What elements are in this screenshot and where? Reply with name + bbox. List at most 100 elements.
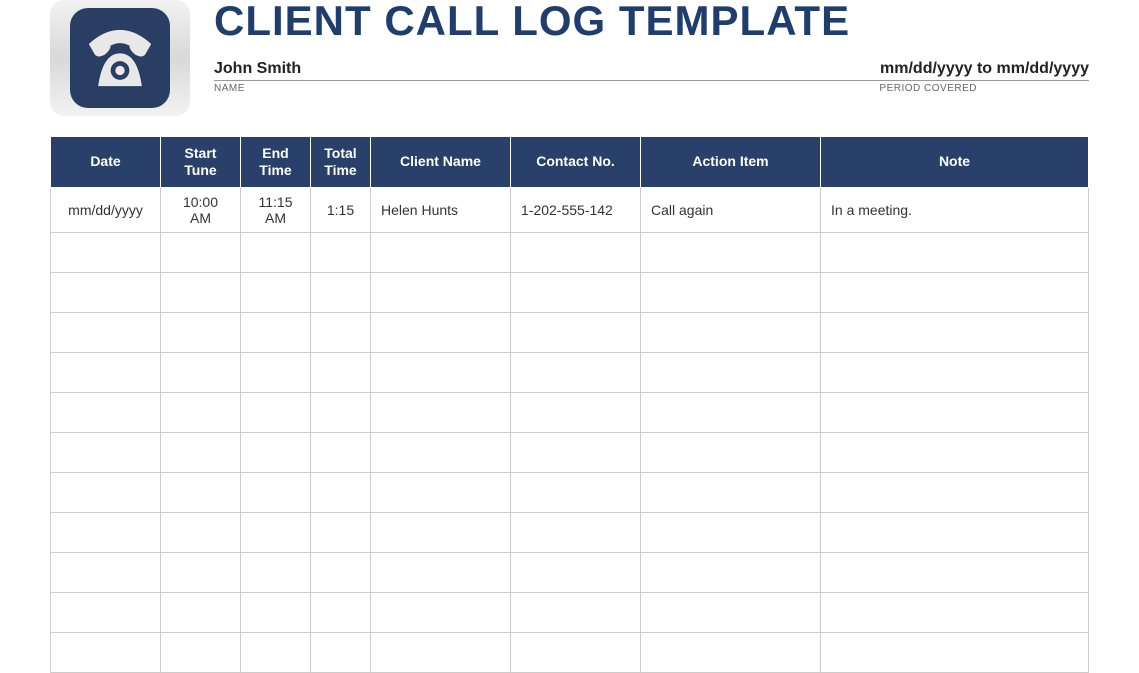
cell-start (161, 472, 241, 512)
cell-start (161, 272, 241, 312)
cell-start (161, 552, 241, 592)
cell-end (241, 552, 311, 592)
cell-client (371, 432, 511, 472)
table-header-row: Date Start Tune End Time Total Time Clie… (51, 137, 1089, 188)
cell-date (51, 232, 161, 272)
cell-start (161, 512, 241, 552)
cell-action (641, 472, 821, 512)
name-value: John Smith (214, 60, 301, 78)
cell-contact (511, 232, 641, 272)
cell-client (371, 472, 511, 512)
cell-total (311, 472, 371, 512)
cell-date (51, 552, 161, 592)
cell-note (821, 312, 1089, 352)
cell-note (821, 432, 1089, 472)
table-row (51, 272, 1089, 312)
cell-total (311, 632, 371, 672)
cell-note (821, 512, 1089, 552)
table-row: mm/dd/yyyy10:00 AM11:15 AM1:15Helen Hunt… (51, 187, 1089, 232)
cell-start (161, 432, 241, 472)
logo-box (50, 0, 190, 116)
page-title: CLIENT CALL LOG TEMPLATE (214, 0, 1089, 42)
cell-total (311, 592, 371, 632)
cell-contact (511, 552, 641, 592)
cell-note: In a meeting. (821, 187, 1089, 232)
cell-end: 11:15 AM (241, 187, 311, 232)
cell-total (311, 352, 371, 392)
cell-action (641, 552, 821, 592)
cell-action (641, 632, 821, 672)
table-row (51, 232, 1089, 272)
cell-action (641, 272, 821, 312)
period-value: mm/dd/yyyy to mm/dd/yyyy (880, 60, 1089, 78)
cell-contact: 1-202-555-142 (511, 187, 641, 232)
cell-total (311, 232, 371, 272)
cell-total (311, 512, 371, 552)
cell-client (371, 352, 511, 392)
cell-note (821, 632, 1089, 672)
cell-action (641, 232, 821, 272)
cell-start (161, 312, 241, 352)
table-row (51, 592, 1089, 632)
cell-client (371, 512, 511, 552)
cell-total (311, 312, 371, 352)
cell-client (371, 552, 511, 592)
cell-end (241, 472, 311, 512)
cell-contact (511, 592, 641, 632)
cell-contact (511, 432, 641, 472)
cell-action (641, 352, 821, 392)
cell-date (51, 312, 161, 352)
cell-client (371, 312, 511, 352)
cell-date (51, 432, 161, 472)
cell-end (241, 232, 311, 272)
cell-end (241, 352, 311, 392)
cell-contact (511, 632, 641, 672)
cell-note (821, 392, 1089, 432)
col-contact: Contact No. (511, 137, 641, 188)
call-log-table: Date Start Tune End Time Total Time Clie… (50, 136, 1089, 673)
cell-start (161, 392, 241, 432)
cell-start (161, 592, 241, 632)
cell-end (241, 432, 311, 472)
cell-start (161, 632, 241, 672)
header-text: CLIENT CALL LOG TEMPLATE John Smith mm/d… (214, 0, 1089, 96)
cell-date (51, 512, 161, 552)
cell-client (371, 392, 511, 432)
cell-note (821, 552, 1089, 592)
col-end: End Time (241, 137, 311, 188)
cell-date (51, 592, 161, 632)
cell-date: mm/dd/yyyy (51, 187, 161, 232)
name-label: NAME (214, 83, 245, 94)
table-row (51, 512, 1089, 552)
cell-end (241, 272, 311, 312)
cell-start (161, 232, 241, 272)
table-row (51, 472, 1089, 512)
col-start: Start Tune (161, 137, 241, 188)
cell-contact (511, 472, 641, 512)
cell-contact (511, 512, 641, 552)
meta-row: John Smith mm/dd/yyyy to mm/dd/yyyy (214, 60, 1089, 81)
cell-total (311, 432, 371, 472)
cell-client (371, 272, 511, 312)
cell-end (241, 512, 311, 552)
cell-action (641, 432, 821, 472)
cell-start: 10:00 AM (161, 187, 241, 232)
page: CLIENT CALL LOG TEMPLATE John Smith mm/d… (0, 0, 1139, 673)
cell-note (821, 352, 1089, 392)
cell-end (241, 312, 311, 352)
cell-contact (511, 272, 641, 312)
table-row (51, 552, 1089, 592)
cell-note (821, 472, 1089, 512)
cell-action (641, 312, 821, 352)
cell-end (241, 592, 311, 632)
table-row (51, 352, 1089, 392)
cell-client: Helen Hunts (371, 187, 511, 232)
table-row (51, 312, 1089, 352)
cell-client (371, 232, 511, 272)
col-action: Action Item (641, 137, 821, 188)
col-client: Client Name (371, 137, 511, 188)
cell-client (371, 632, 511, 672)
cell-action: Call again (641, 187, 821, 232)
cell-date (51, 632, 161, 672)
col-total: Total Time (311, 137, 371, 188)
